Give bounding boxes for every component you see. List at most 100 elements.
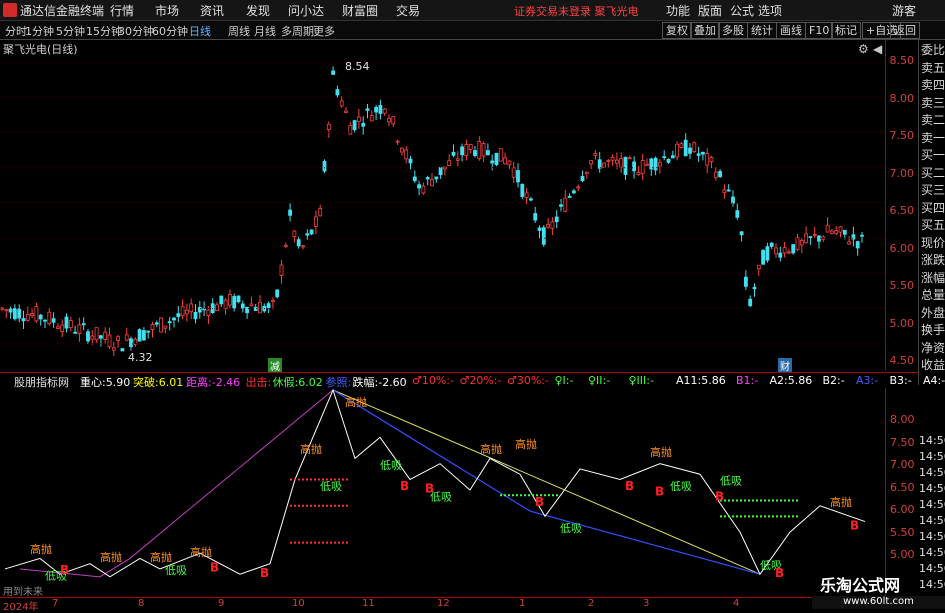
time-tick: 4 [733,598,740,609]
gear-icon[interactable]: ⚙ [858,42,869,56]
candle-body [64,316,69,329]
toolbar-button[interactable]: 复权 [662,22,692,39]
candle-body [627,157,632,160]
menu-right-item[interactable]: 版面 [698,2,722,19]
menu-item[interactable]: 交易 [396,2,420,19]
candle-body [339,100,344,107]
period-tab[interactable]: 日线 [189,23,211,39]
toolbar-button[interactable]: 统计 [747,22,777,39]
buy-signal-label: 低吸 [670,480,692,493]
side-quote-item[interactable]: 换手 [920,322,945,339]
indicator-field-value: - [569,374,574,387]
candle-body [90,335,95,340]
period-tab[interactable]: 多周期 [281,23,314,39]
side-quote-item[interactable]: 买三 [920,182,945,199]
side-quote-item[interactable]: 收益 [920,357,945,374]
candle-body [232,296,237,309]
candle-body [215,304,219,311]
period-tab[interactable]: 月线 [254,23,276,39]
login-notice[interactable]: 证券交易未登录 聚飞光电 [514,3,639,19]
menu-item[interactable]: 发现 [246,2,270,19]
side-quote-item[interactable]: 总量 [920,287,945,304]
candle-body [731,196,735,204]
candle-body [120,348,125,352]
side-quote-item[interactable]: 净资 [920,340,945,357]
toolbar-button[interactable]: 返回 [890,22,920,39]
period-tab[interactable]: 30分钟 [118,23,154,39]
candle-body [210,303,215,314]
indicator-field-value: - [606,374,611,387]
candle-body [313,216,318,227]
event-marker-reduce[interactable]: 减 [268,358,282,373]
event-marker-finance[interactable]: 财 [778,358,792,373]
menu-right-item[interactable]: 功能 [666,2,690,19]
indicator-field-key: ♂20%: [459,374,498,387]
side-quote-item[interactable]: 买二 [920,165,945,182]
side-quote-item[interactable]: 涨幅 [920,270,945,287]
candle-body [189,303,194,313]
side-quote-item[interactable]: 买四 [920,200,945,217]
candlestick-chart[interactable] [0,40,885,370]
side-quote-item[interactable]: 买一 [920,147,945,164]
candle-body [739,231,744,236]
period-tab[interactable]: 5分钟 [56,23,85,39]
indicator-time-tick: 14:56 [919,562,945,575]
period-tab[interactable]: 1分钟 [25,23,54,39]
sell-signal-label: 高抛 [150,550,172,564]
side-quote-item[interactable]: 涨跌 [920,252,945,269]
side-quote-item[interactable]: 卖四 [920,77,945,94]
menu-item[interactable]: 市场 [155,2,179,19]
sell-signal-label: 高抛 [300,442,322,456]
candle-body [430,179,434,187]
buy-signal-label: 低吸 [165,564,187,577]
menu-item[interactable]: 财富圈 [342,2,378,19]
watermark-title: 乐淘公式网 [820,576,901,595]
indicator-field: A3:- [856,374,878,387]
indicator-field: B2:- [823,374,845,387]
candle-body [227,294,232,306]
side-quote-item[interactable]: 委比 [920,42,945,59]
period-tab[interactable]: 15分钟 [86,23,122,39]
b-signal-marker: B [60,563,69,577]
menu-right-item[interactable]: 选项 [758,2,782,19]
toolbar-button[interactable]: F10 [805,22,834,39]
period-tab[interactable]: 周线 [228,23,250,39]
candle-body [30,313,35,317]
side-quote-item[interactable]: 现价 [920,235,945,252]
side-quote-item[interactable]: 卖一 [920,130,945,147]
side-quote-item[interactable]: 卖三 [920,95,945,112]
menu-item[interactable]: 问小达 [288,2,324,19]
side-quote-item[interactable]: 外盘 [920,305,945,322]
side-quote-item[interactable]: 卖五 [920,60,945,77]
indicator-field-value: - [650,374,654,387]
time-tick: 7 [52,598,59,609]
side-quote-item[interactable]: 卖二 [920,112,945,129]
indicator-chart[interactable]: 高抛高抛 高抛 高抛高抛高抛高抛 高抛高抛高抛低吸 低吸低吸低吸低吸低吸低吸 低吸低吸B B… [0,388,885,598]
period-tab[interactable]: 60分钟 [152,23,188,39]
candle-body [774,247,778,255]
menu-right-item[interactable]: 公式 [730,2,754,19]
toolbar-button[interactable]: 画线 [776,22,806,39]
period-toolbar: 分时 1分钟 5分钟 15分钟 30分钟 60分钟 日线 周线 月线 多周期 更多 复权 叠加 多股 统计… [0,21,945,40]
user-label[interactable]: 游客 [892,2,916,19]
future-label: 用到未来 [3,587,43,598]
toolbar-button[interactable]: 多股 [718,22,748,39]
side-quote-item[interactable]: 买五 [920,217,945,234]
toolbar-button[interactable]: 标记 [831,22,861,39]
period-tab[interactable]: 更多 [313,23,335,39]
time-tick: 12 [437,598,450,609]
candle-body [167,321,172,324]
candle-body [640,160,645,174]
menu-item[interactable]: 行情 [110,2,134,19]
candle-body [597,159,602,169]
candle-body [395,140,400,143]
indicator-field: ♀I:- [555,374,574,387]
toolbar-button[interactable]: 叠加 [690,22,720,39]
sell-signal-label: 高抛 [30,542,52,556]
candle-body [688,147,692,154]
time-tick: 2024年 [3,602,39,613]
period-tab[interactable]: 分时 [5,23,27,39]
indicator-time-tick: 14:56 [919,578,945,591]
chevron-icon[interactable]: ◀ [873,42,882,56]
menu-item[interactable]: 资讯 [200,2,224,19]
